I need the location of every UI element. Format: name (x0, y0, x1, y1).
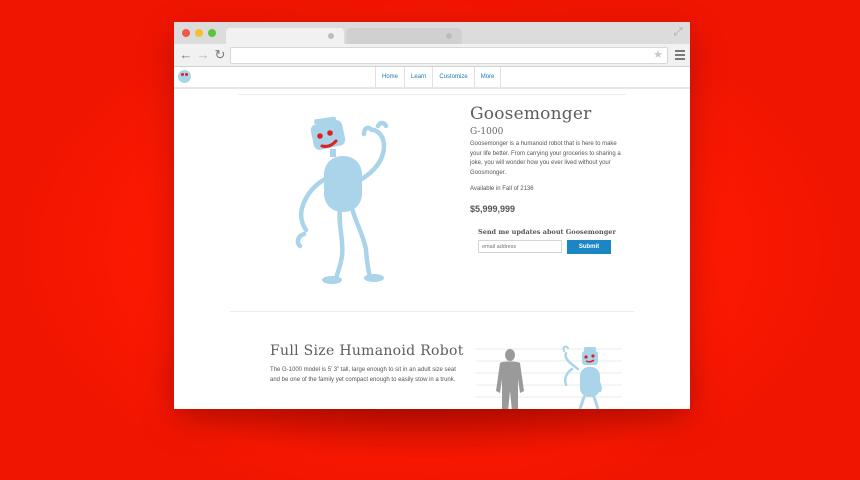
nav-item-customize[interactable]: Customize (433, 67, 475, 87)
email-field[interactable] (478, 240, 562, 253)
forward-arrow-icon[interactable]: → (196, 47, 210, 63)
browser-toolbar: ← → ↻ ★ (174, 44, 690, 67)
product-availability: Available in Fall of 2136 (470, 186, 534, 192)
browser-tab-active[interactable] (226, 28, 344, 44)
address-bar[interactable]: ★ (230, 47, 668, 64)
reload-icon[interactable]: ↻ (213, 47, 227, 63)
human-silhouette (496, 349, 524, 409)
signup-label: Send me updates about Goosemonger (478, 228, 616, 236)
section-text: The G-1000 model is 5’ 3” tall, large en… (270, 367, 456, 383)
robot-small (562, 345, 602, 409)
height-comparison-illustration (476, 345, 622, 409)
minimize-window-button[interactable] (195, 29, 203, 37)
tab-close-icon[interactable] (328, 33, 334, 39)
robot-illustration (295, 116, 389, 284)
browser-titlebar: ⤢ (174, 22, 690, 44)
tab-close-icon[interactable] (446, 33, 452, 39)
nav-menu: Home Learn Customize More (375, 67, 502, 87)
star-icon[interactable]: ★ (653, 48, 663, 63)
page-content: Goosemonger G-1000 Goosemonger is a huma… (174, 89, 690, 409)
divider (238, 94, 626, 95)
nav-item-learn[interactable]: Learn (405, 67, 434, 87)
product-price: $5,999,999 (470, 204, 516, 214)
expand-icon[interactable]: ⤢ (672, 26, 684, 38)
site-logo[interactable] (178, 70, 191, 83)
nav-item-more[interactable]: More (475, 67, 502, 87)
close-window-button[interactable] (182, 29, 190, 37)
submit-button[interactable]: Submit (567, 240, 611, 254)
divider (230, 311, 634, 312)
site-navigation: Home Learn Customize More (174, 67, 690, 89)
product-model: G-1000 (470, 127, 504, 137)
hamburger-menu-icon[interactable] (675, 48, 685, 62)
product-description: Goosemonger is a humanoid robot that is … (470, 141, 621, 176)
back-arrow-icon[interactable]: ← (179, 47, 193, 63)
browser-tab[interactable] (346, 28, 462, 44)
browser-window: ⤢ ← → ↻ ★ Home Learn Customize More Goos… (174, 22, 690, 409)
nav-item-home[interactable]: Home (376, 67, 406, 87)
section-title: Full Size Humanoid Robot (270, 343, 464, 359)
product-title: Goosemonger (470, 104, 592, 124)
maximize-window-button[interactable] (208, 29, 216, 37)
